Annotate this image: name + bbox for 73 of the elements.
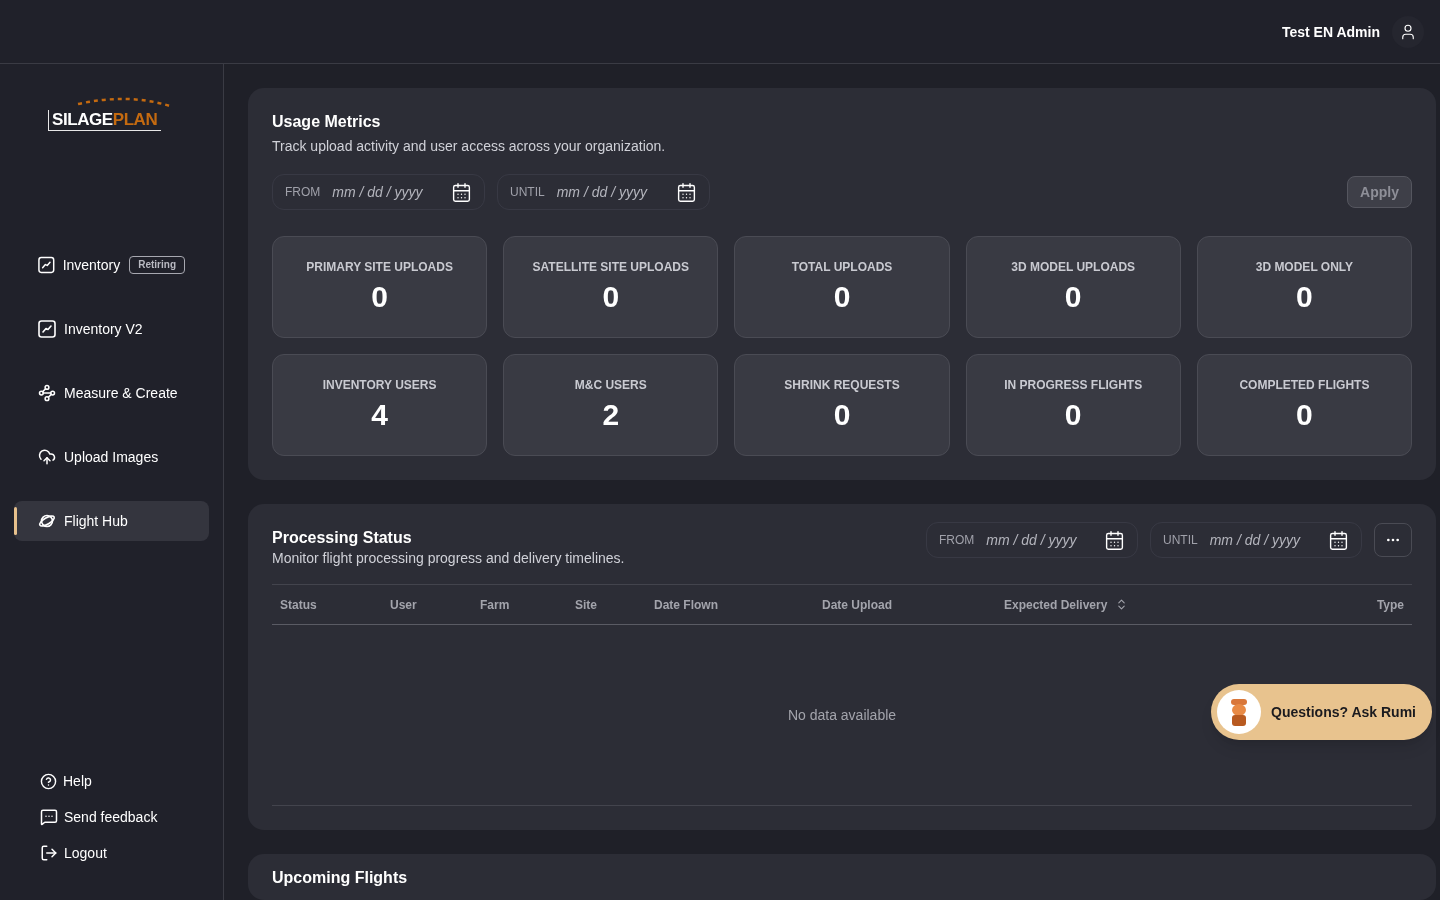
logo-text: SILAGEPLAN — [48, 110, 162, 131]
help-icon — [40, 772, 57, 790]
section-title: Processing Status — [272, 528, 413, 548]
stat-label: INVENTORY USERS — [322, 377, 437, 393]
stat-label: SHRINK REQUESTS — [784, 377, 900, 393]
date-input[interactable]: mm / dd / yyyy — [986, 530, 1091, 550]
date-label: FROM — [939, 532, 975, 548]
date-label: FROM — [285, 184, 321, 200]
empty-message: No data available — [787, 706, 897, 725]
column-header: Site — [575, 596, 598, 613]
date-input[interactable]: mm / dd / yyyy — [332, 182, 437, 202]
stat-value: 0 — [833, 397, 851, 433]
stat-value: 4 — [371, 397, 388, 433]
ask-rumi-button[interactable]: Questions? Ask Rumi — [1211, 684, 1432, 740]
cloud-upload-icon — [38, 448, 56, 466]
date-field[interactable]: UNTIL mm / dd / yyyy — [1150, 522, 1362, 558]
stat-value: 2 — [602, 397, 620, 433]
stat-label: 3D MODEL ONLY — [1255, 259, 1354, 275]
nav-item[interactable]: Inventory Retiring — [14, 245, 209, 285]
column-header[interactable]: Expected Delivery — [1004, 596, 1304, 613]
chat-bubble-icon — [40, 808, 58, 826]
stat-label: IN PROGRESS FLIGHTS — [1004, 377, 1143, 393]
stat-value: 0 — [1064, 397, 1082, 433]
date-field[interactable]: UNTIL mm / dd / yyyy — [497, 174, 710, 210]
section-subtitle: Monitor flight processing progress and delivery timelines. — [272, 549, 625, 568]
date-label: UNTIL — [1163, 532, 1198, 548]
section-subtitle: Track upload activity and user access across your organization. — [272, 137, 667, 156]
stat-label: M&C USERS — [574, 377, 647, 393]
nav-item[interactable]: Inventory V2 — [14, 309, 209, 349]
date-input[interactable]: mm / dd / yyyy — [1209, 530, 1314, 550]
stat-value: 0 — [1296, 279, 1313, 315]
stat-value: 0 — [602, 279, 620, 315]
stat-label: PRIMARY SITE UPLOADS — [306, 259, 453, 275]
column-header: Date Upload — [822, 596, 893, 613]
stat-value: 0 — [833, 279, 851, 315]
column-header: Type — [1375, 596, 1404, 613]
date-label: UNTIL — [510, 184, 545, 200]
logout-icon — [40, 844, 58, 862]
stat-value: 0 — [1296, 397, 1313, 433]
stat-label: TOTAL UPLOADS — [791, 259, 893, 275]
footer-link[interactable]: Help — [40, 770, 209, 792]
date-field[interactable]: FROM mm / dd / yyyy — [272, 174, 485, 210]
mascot-icon — [1217, 690, 1262, 734]
user-icon — [1399, 22, 1417, 41]
section-title: Usage Metrics — [272, 112, 382, 132]
section-title: Upcoming Flights — [272, 868, 409, 888]
column-header: Date Flown — [654, 596, 719, 613]
nav-item[interactable]: Measure & Create — [14, 373, 209, 413]
stat-value: 0 — [1064, 279, 1082, 315]
retiring-badge: Retiring — [129, 256, 185, 274]
nav-item[interactable]: Upload Images — [14, 437, 209, 477]
stat-label: 3D MODEL UPLOADS — [1011, 259, 1136, 275]
column-header: Farm — [480, 596, 511, 613]
nodes-icon — [38, 384, 56, 402]
calendar-icon[interactable] — [676, 181, 697, 203]
user-name: Test EN Admin — [1282, 22, 1380, 42]
chart-icon — [38, 320, 56, 338]
date-field[interactable]: FROM mm / dd / yyyy — [926, 522, 1138, 558]
stat-label: SATELLITE SITE UPLOADS — [532, 259, 689, 275]
stat-value: 0 — [371, 279, 388, 315]
column-header: User — [390, 596, 418, 613]
column-header: Status — [280, 596, 318, 613]
nav-item[interactable]: Flight Hub — [14, 501, 209, 541]
date-input[interactable]: mm / dd / yyyy — [556, 182, 661, 202]
chart-icon — [38, 256, 55, 274]
calendar-icon[interactable] — [1104, 529, 1125, 551]
footer-link[interactable]: Logout — [40, 842, 209, 864]
footer-link[interactable]: Send feedback — [40, 806, 209, 828]
stat-label: COMPLETED FLIGHTS — [1239, 377, 1370, 393]
calendar-icon[interactable] — [451, 181, 472, 203]
user-avatar-button[interactable] — [1392, 15, 1424, 48]
calendar-icon[interactable] — [1328, 529, 1349, 551]
planet-icon — [38, 512, 56, 530]
